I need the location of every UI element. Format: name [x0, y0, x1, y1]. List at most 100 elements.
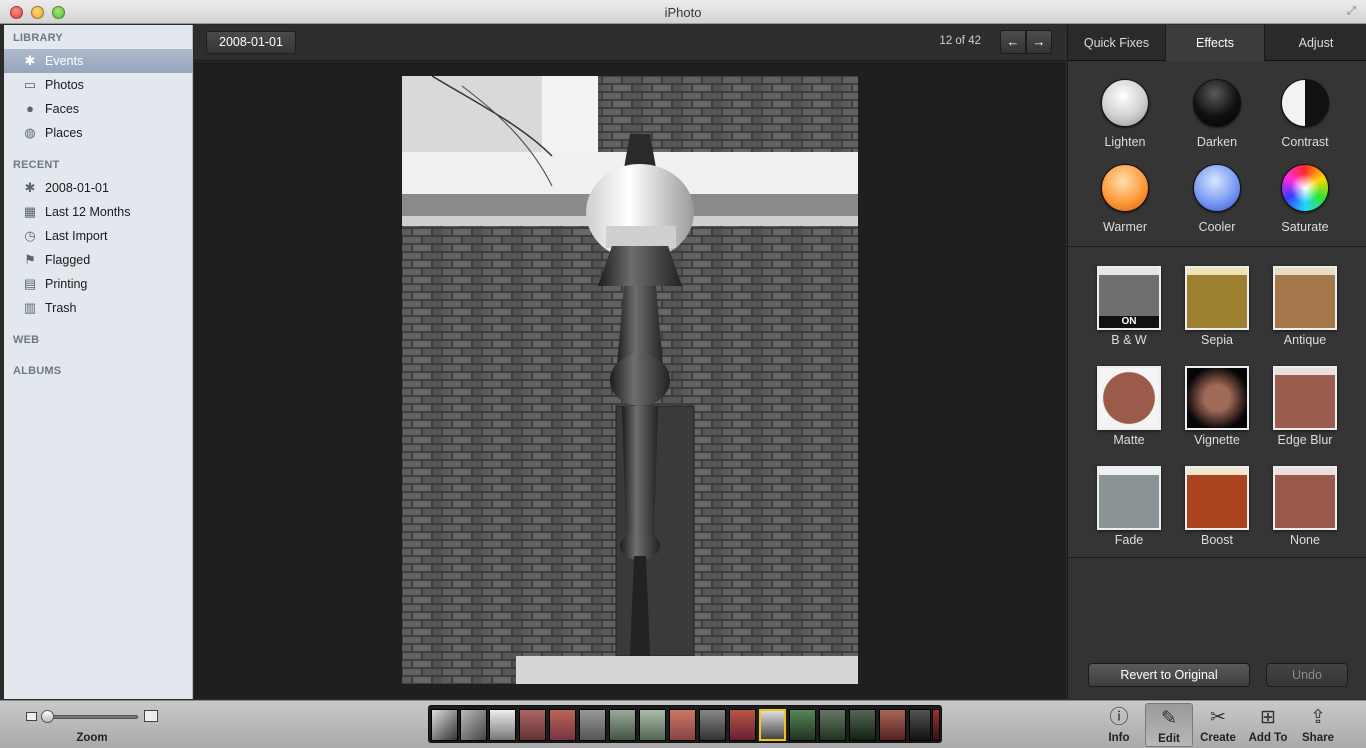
sidebar-item-label: Trash [45, 301, 77, 315]
sidebar-item-photos[interactable]: ▭ Photos [4, 73, 193, 97]
zoom-label: Zoom [76, 732, 108, 744]
filmstrip-thumbnail[interactable] [879, 709, 906, 741]
tab-effects[interactable]: Effects [1166, 25, 1265, 61]
next-photo-button[interactable]: → [1026, 30, 1052, 54]
trash-icon: ▥ [23, 300, 37, 315]
effect-label: Matte [1113, 433, 1145, 447]
sidebar-item-events[interactable]: ✱ Events [4, 49, 193, 73]
fade-effect-button[interactable]: Fade [1084, 466, 1174, 556]
person-icon: ● [26, 101, 34, 116]
filmstrip-thumbnail[interactable] [579, 709, 606, 741]
lighten-effect-button[interactable]: Lighten [1080, 79, 1170, 159]
filmstrip-thumbnail[interactable] [819, 709, 846, 741]
darken-effect-button[interactable]: Darken [1172, 79, 1262, 159]
vignette-thumbnail [1185, 366, 1249, 430]
tab-quick-fixes[interactable]: Quick Fixes [1068, 25, 1166, 61]
sidebar-item-printing[interactable]: ▤ Printing [4, 272, 193, 296]
filmstrip-thumbnail[interactable] [549, 709, 576, 741]
zoom-slider[interactable] [42, 715, 138, 719]
library-section-header: LIBRARY [13, 32, 63, 44]
filmstrip-thumbnail[interactable] [519, 709, 546, 741]
tool-label: Share [1302, 732, 1334, 744]
photo-viewer [194, 62, 1066, 699]
effect-label: B & W [1111, 333, 1147, 347]
zoom-slider-knob[interactable] [41, 710, 54, 723]
sidebar-item-label: Events [45, 54, 84, 68]
effect-label: Fade [1114, 533, 1144, 547]
filmstrip-thumbnail[interactable] [489, 709, 516, 741]
saturate-orb-icon [1281, 164, 1329, 212]
matte-effect-button[interactable]: Matte [1084, 366, 1174, 456]
sidebar-item-trash[interactable]: ▥ Trash [4, 296, 193, 320]
effect-label: Darken [1196, 135, 1238, 149]
filmstrip-thumbnail[interactable] [460, 709, 487, 741]
effect-label: Vignette [1194, 433, 1240, 447]
bottom-toolbar: Zoom ⓘ Info ✎ Edit ✂ Create ⊞ Add To ⇪ S… [0, 700, 1366, 748]
sidebar-item-places[interactable]: ◍ Places [4, 121, 193, 145]
sepia-thumbnail [1185, 266, 1249, 330]
palm-tree-icon: ✱ [24, 180, 36, 195]
tab-adjust[interactable]: Adjust [1265, 25, 1366, 61]
saturate-effect-button[interactable]: Saturate [1260, 164, 1350, 244]
sidebar-item-event-2008-01-01[interactable]: ✱ 2008-01-01 [4, 176, 193, 200]
create-button[interactable]: ✂ Create [1194, 703, 1242, 747]
zoom-out-icon[interactable] [26, 712, 37, 721]
bw-effect-button[interactable]: ON B & W [1084, 266, 1174, 356]
recent-section-header: RECENT [13, 159, 60, 171]
arrow-left-icon: ← [1006, 34, 1020, 49]
boost-effect-button[interactable]: Boost [1172, 466, 1262, 556]
bw-thumbnail: ON [1097, 266, 1161, 330]
none-effect-button[interactable]: None [1260, 466, 1350, 556]
sidebar-item-last-import[interactable]: ◷ Last Import [4, 224, 193, 248]
viewer-header: 2008-01-01 12 of 42 ← → [194, 25, 1066, 61]
edge-blur-thumbnail [1273, 366, 1337, 430]
on-badge: ON [1099, 316, 1159, 328]
effect-label: Warmer [1103, 220, 1147, 234]
boost-thumbnail [1185, 466, 1249, 530]
previous-photo-button[interactable]: ← [1000, 30, 1026, 54]
vignette-effect-button[interactable]: Vignette [1172, 366, 1262, 456]
contrast-effect-button[interactable]: Contrast [1260, 79, 1350, 159]
tool-label: Edit [1158, 733, 1180, 745]
edit-button[interactable]: ✎ Edit [1145, 703, 1193, 747]
zoom-in-icon[interactable] [144, 710, 158, 722]
sidebar-item-faces[interactable]: ● Faces [4, 97, 193, 121]
filmstrip-thumbnail[interactable] [909, 709, 931, 741]
fullscreen-icon[interactable]: ⤢ [1345, 5, 1358, 18]
undo-button[interactable]: Undo [1266, 663, 1348, 687]
effect-label: Saturate [1281, 220, 1329, 234]
share-button[interactable]: ⇪ Share [1294, 703, 1342, 747]
filmstrip-thumbnail[interactable] [609, 709, 636, 741]
cooler-effect-button[interactable]: Cooler [1172, 164, 1262, 244]
filmstrip-thumbnail[interactable] [699, 709, 726, 741]
effect-label: None [1290, 533, 1320, 547]
cooler-orb-icon [1193, 164, 1241, 212]
revert-to-original-button[interactable]: Revert to Original [1088, 663, 1250, 687]
scissors-icon: ✂ [1210, 707, 1226, 728]
lamp-photo-image [402, 76, 858, 684]
filmstrip[interactable] [428, 705, 942, 743]
antique-effect-button[interactable]: Antique [1260, 266, 1350, 356]
filmstrip-thumbnail[interactable] [932, 709, 940, 741]
event-breadcrumb-button[interactable]: 2008-01-01 [206, 31, 296, 54]
edge-blur-effect-button[interactable]: Edge Blur [1260, 366, 1350, 456]
filmstrip-thumbnail-current[interactable] [759, 709, 786, 741]
sepia-effect-button[interactable]: Sepia [1172, 266, 1262, 356]
filmstrip-thumbnail[interactable] [639, 709, 666, 741]
sidebar-item-flagged[interactable]: ⚑ Flagged [4, 248, 193, 272]
filmstrip-thumbnail[interactable] [729, 709, 756, 741]
info-button[interactable]: ⓘ Info [1095, 703, 1143, 747]
filmstrip-thumbnail[interactable] [431, 709, 458, 741]
filmstrip-thumbnail[interactable] [849, 709, 876, 741]
sidebar-item-label: Printing [45, 277, 88, 291]
tool-label: Info [1108, 732, 1130, 744]
main-photo[interactable] [402, 76, 858, 684]
web-section-header[interactable]: WEB [13, 334, 39, 346]
warmer-effect-button[interactable]: Warmer [1080, 164, 1170, 244]
filmstrip-thumbnail[interactable] [669, 709, 696, 741]
filmstrip-thumbnail[interactable] [789, 709, 816, 741]
sidebar-item-last-12-months[interactable]: ▦ Last 12 Months [4, 200, 193, 224]
add-to-button[interactable]: ⊞ Add To [1244, 703, 1292, 747]
plus-icon: ⊞ [1260, 707, 1276, 728]
albums-section-header[interactable]: ALBUMS [13, 365, 61, 377]
